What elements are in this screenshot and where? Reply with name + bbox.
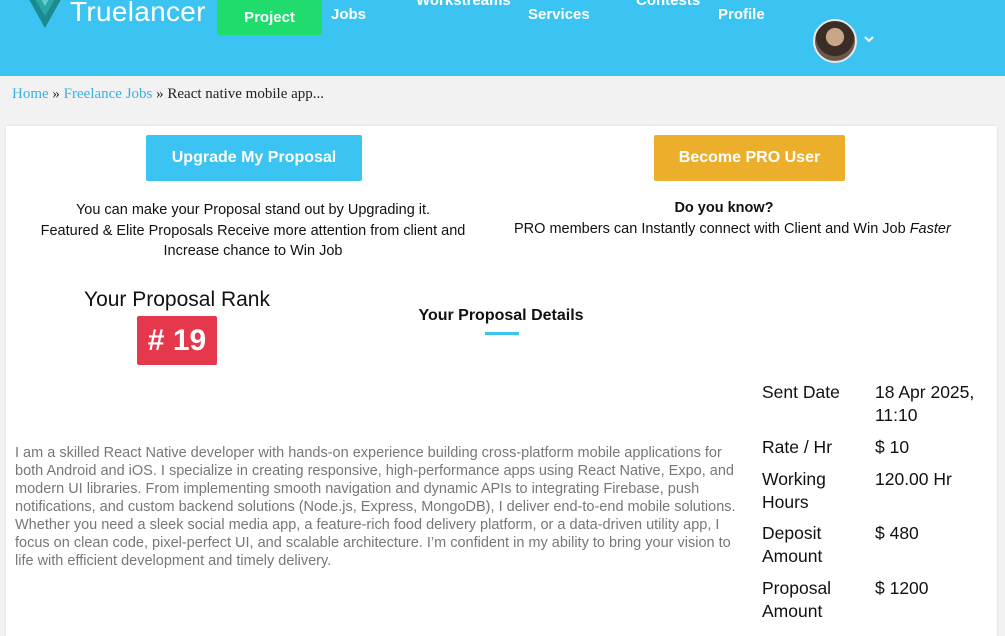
brand-name[interactable]: Truelancer <box>70 0 206 28</box>
proposal-amount-value: $ 1200 <box>875 578 929 598</box>
breadcrumb-home[interactable]: Home <box>12 86 49 102</box>
sent-date-value: 18 Apr 2025, 11:10 <box>875 382 975 425</box>
rate-value: $ 10 <box>875 437 910 457</box>
avatar[interactable] <box>813 19 857 63</box>
pro-info-title: Do you know? <box>674 200 774 216</box>
upgrade-info: You can make your Proposal stand out by … <box>14 200 492 262</box>
upgrade-info-line2: Featured & Elite Proposals Receive more … <box>40 222 466 260</box>
proposal-rank-badge: # 19 <box>137 316 217 365</box>
truelancer-logo-icon[interactable] <box>22 0 68 30</box>
nav-services[interactable]: Services <box>528 6 590 23</box>
proposal-description: I am a skilled React Native developer wi… <box>15 445 736 569</box>
breadcrumb-separator: » <box>52 86 60 102</box>
rate-label: Rate / Hr <box>762 437 833 457</box>
breadcrumb: Home » Freelance Jobs » React native mob… <box>12 86 324 103</box>
nav-jobs[interactable]: Jobs <box>331 6 366 23</box>
proposal-card: Upgrade My Proposal Become PRO User You … <box>6 126 997 636</box>
pro-info-emphasis: Faster <box>909 221 951 237</box>
chevron-down-icon[interactable] <box>862 32 876 46</box>
breadcrumb-current: React native mobile app... <box>167 86 325 102</box>
breadcrumb-freelance-jobs[interactable]: Freelance Jobs <box>64 86 153 102</box>
nav-project[interactable]: Project <box>217 0 322 35</box>
top-navbar: Truelancer Project Jobs Workstreams Serv… <box>0 0 1005 76</box>
nav-contests[interactable]: Contests <box>636 0 700 9</box>
working-hours-label: Working Hours <box>762 469 826 512</box>
nav-workstreams[interactable]: Workstreams <box>416 0 511 9</box>
pro-info-body: PRO members can Instantly connect with C… <box>514 221 906 237</box>
proposal-amount-label: Proposal Amount <box>762 578 832 621</box>
title-underline <box>485 332 519 335</box>
become-pro-button[interactable]: Become PRO User <box>654 135 845 181</box>
deposit-amount-label: Deposit Amount <box>762 523 823 566</box>
sent-date-label: Sent Date <box>762 382 840 402</box>
pro-info-text: PRO members can Instantly connect with C… <box>514 221 994 237</box>
upgrade-info-line1: You can make your Proposal stand out by … <box>75 202 431 218</box>
nav-profile[interactable]: Profile <box>718 6 765 23</box>
upgrade-proposal-button[interactable]: Upgrade My Proposal <box>146 135 362 181</box>
proposal-details-title: Your Proposal Details <box>418 307 584 324</box>
proposal-rank-label: Your Proposal Rank <box>83 288 270 311</box>
breadcrumb-separator: » <box>156 86 164 102</box>
deposit-amount-value: $ 480 <box>875 523 919 543</box>
working-hours-value: 120.00 Hr <box>875 469 952 489</box>
